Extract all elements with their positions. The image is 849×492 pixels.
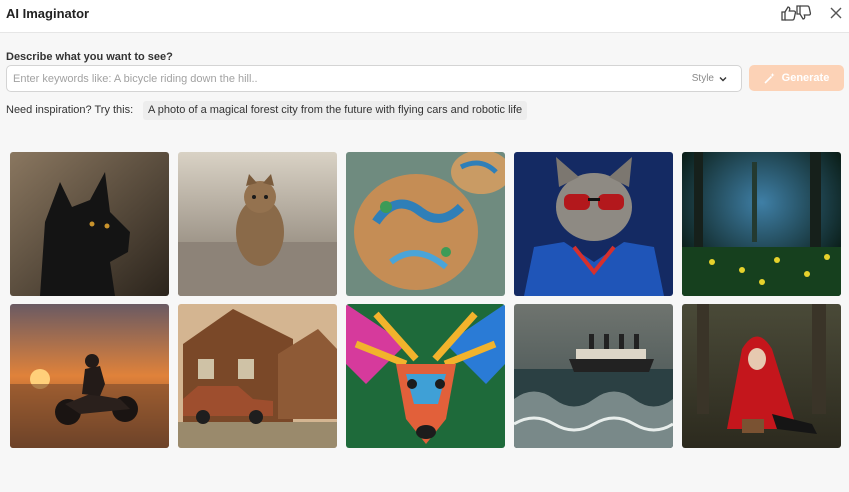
thumbs-down-icon[interactable] bbox=[795, 4, 813, 22]
motorcycle-sunset-image[interactable] bbox=[10, 304, 169, 448]
close-icon[interactable] bbox=[827, 4, 845, 22]
chevron-down-icon bbox=[719, 76, 727, 81]
generate-button[interactable]: Generate bbox=[749, 65, 844, 91]
style-select[interactable]: Style bbox=[692, 73, 727, 84]
prompt-input[interactable] bbox=[13, 70, 673, 88]
app-title: AI Imaginator bbox=[6, 6, 90, 21]
black-wolf-image[interactable] bbox=[10, 152, 169, 296]
decorated-cookies-image[interactable] bbox=[346, 152, 505, 296]
ship-stormy-sea-image[interactable] bbox=[514, 304, 673, 448]
red-riding-hood-image[interactable] bbox=[682, 304, 841, 448]
inspiration-suggestion-chip[interactable]: A photo of a magical forest city from th… bbox=[143, 101, 528, 120]
wooden-house-vintage-car-image[interactable] bbox=[178, 304, 337, 448]
title-bar: AI Imaginator bbox=[0, 0, 849, 33]
prompt-label: Describe what you want to see? bbox=[6, 51, 173, 63]
colorful-deer-image[interactable] bbox=[346, 304, 505, 448]
glowing-forest-image[interactable] bbox=[682, 152, 841, 296]
style-select-label: Style bbox=[691, 73, 714, 84]
image-gallery bbox=[10, 152, 842, 448]
prompt-box: Style bbox=[6, 65, 742, 92]
inspiration-label: Need inspiration? Try this: bbox=[6, 104, 134, 116]
magic-wand-icon bbox=[764, 73, 775, 84]
tabby-cat-walking-image[interactable] bbox=[178, 152, 337, 296]
cat-with-sunglasses-image[interactable] bbox=[514, 152, 673, 296]
generate-button-label: Generate bbox=[781, 72, 830, 84]
